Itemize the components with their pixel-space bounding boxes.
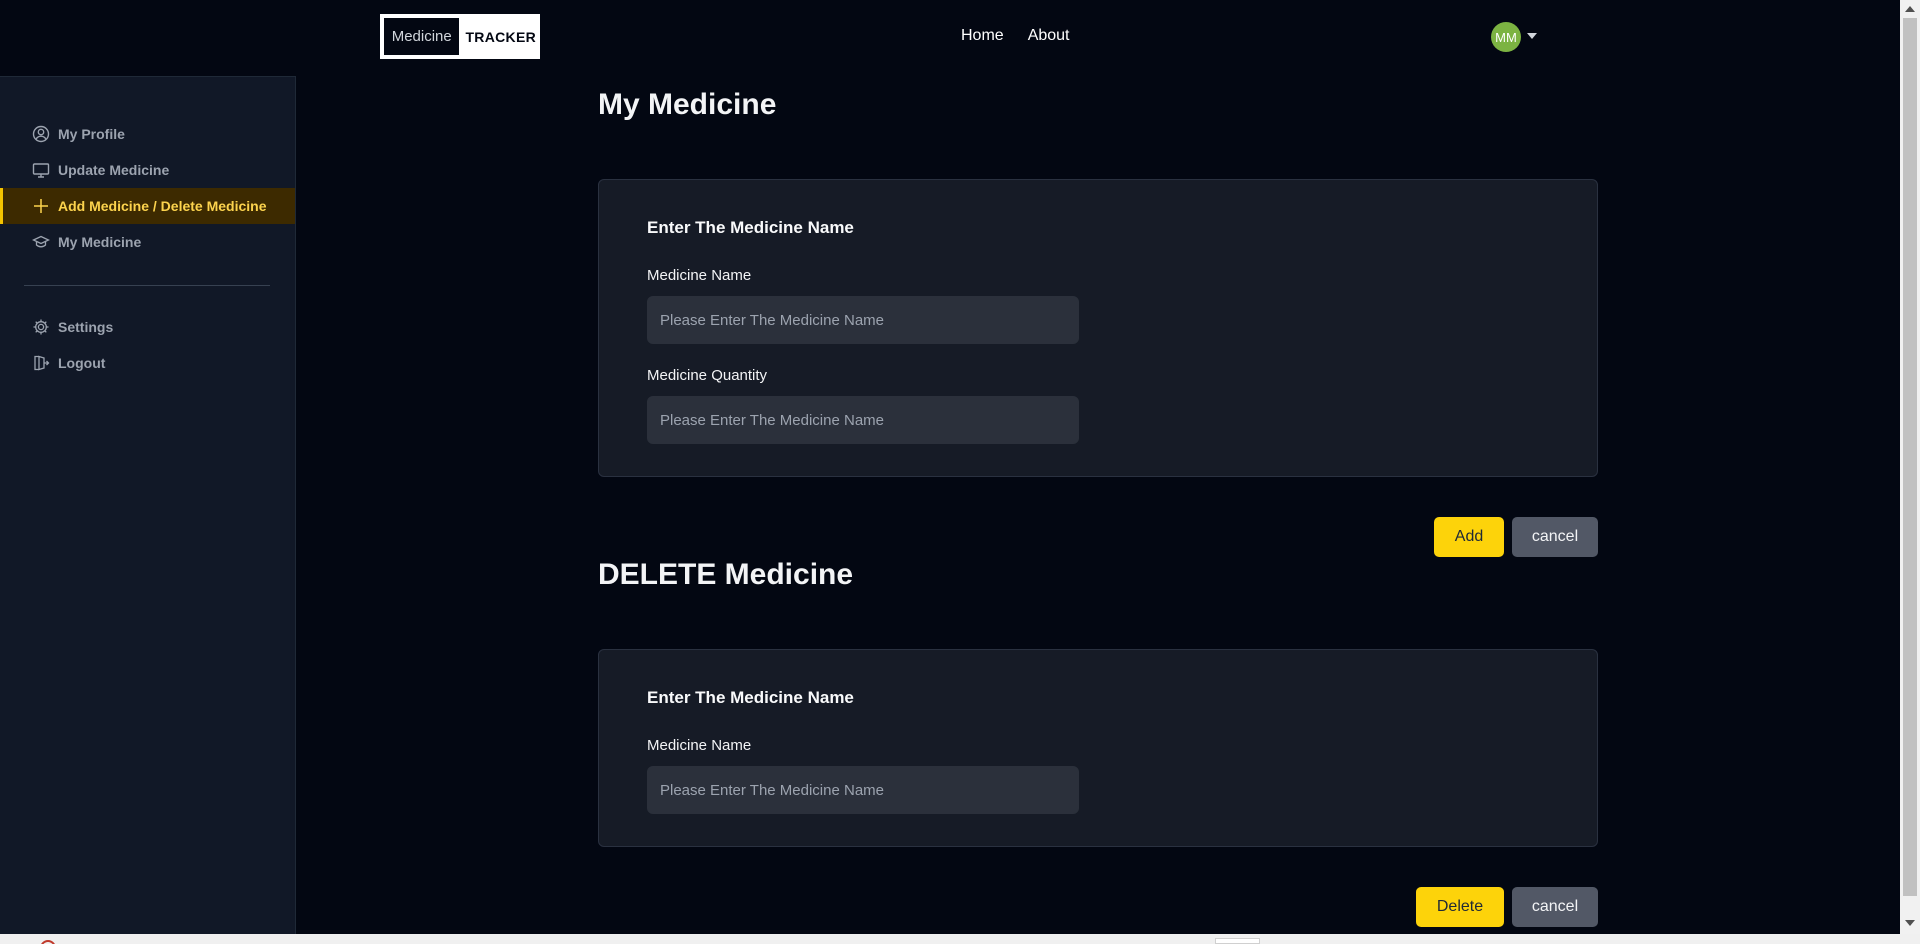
sidebar-item-label: My Profile	[58, 126, 125, 142]
sidebar-item-my-medicine[interactable]: My Medicine	[0, 224, 295, 260]
gear-icon	[32, 318, 50, 336]
plus-icon	[32, 197, 50, 215]
sidebar-item-my-profile[interactable]: My Profile	[0, 116, 295, 152]
scroll-down-icon[interactable]	[1905, 920, 1915, 926]
add-button[interactable]: Add	[1434, 517, 1504, 557]
sidebar-item-logout[interactable]: Logout	[0, 345, 295, 381]
logout-icon	[32, 354, 50, 372]
medicine-name-label: Medicine Name	[647, 267, 752, 284]
avatar[interactable]: MM	[1491, 22, 1521, 52]
app-icon[interactable]	[40, 940, 56, 944]
logo[interactable]: Medicine TRACKER	[380, 14, 540, 59]
logo-text-tracker: TRACKER	[465, 28, 536, 45]
medicine-quantity-input[interactable]	[647, 396, 1079, 444]
page-title: My Medicine	[598, 88, 777, 121]
nav-links: Home About	[961, 27, 1070, 45]
sidebar-item-add-delete-medicine[interactable]: Add Medicine / Delete Medicine	[0, 188, 295, 224]
scroll-up-icon[interactable]	[1905, 6, 1915, 12]
delete-button[interactable]: Delete	[1416, 887, 1504, 927]
taskbar-tab[interactable]	[1215, 938, 1260, 944]
nav-link-about[interactable]: About	[1028, 27, 1070, 45]
card-title: Enter The Medicine Name	[647, 688, 854, 707]
monitor-icon	[32, 161, 50, 179]
delete-medicine-name-input[interactable]	[647, 766, 1079, 814]
cancel-button[interactable]: cancel	[1512, 517, 1598, 557]
card-title: Enter The Medicine Name	[647, 218, 854, 237]
sidebar-item-label: Add Medicine / Delete Medicine	[58, 198, 267, 214]
chevron-down-icon[interactable]	[1527, 33, 1537, 39]
scrollbar[interactable]	[1900, 0, 1920, 934]
sidebar-divider	[24, 285, 270, 286]
medicine-quantity-label: Medicine Quantity	[647, 367, 768, 384]
medicine-name-label: Medicine Name	[647, 737, 752, 754]
sidebar-item-update-medicine[interactable]: Update Medicine	[0, 152, 295, 188]
cancel-button[interactable]: cancel	[1512, 887, 1598, 927]
add-medicine-card: Enter The Medicine Name Medicine Name Me…	[598, 179, 1598, 477]
scrollbar-thumb[interactable]	[1903, 18, 1917, 896]
sidebar-item-label: My Medicine	[58, 234, 142, 250]
sidebar-item-label: Settings	[58, 319, 114, 335]
section-title-delete: DELETE Medicine	[598, 558, 854, 591]
nav-link-home[interactable]: Home	[961, 27, 1004, 45]
taskbar-strip	[0, 934, 1920, 944]
sidebar: My Profile Update Medicine Add Medicine …	[0, 76, 296, 934]
sidebar-item-settings[interactable]: Settings	[0, 309, 295, 345]
delete-medicine-card: Enter The Medicine Name Medicine Name	[598, 649, 1598, 847]
medicine-name-input[interactable]	[647, 296, 1079, 344]
user-circle-icon	[32, 125, 50, 143]
graduation-cap-icon	[32, 233, 50, 251]
logo-text-medicine: Medicine	[384, 18, 460, 55]
sidebar-item-label: Logout	[58, 355, 106, 371]
page: Medicine TRACKER Home About MM My Profil…	[0, 0, 1920, 944]
top-navbar: Medicine TRACKER Home About MM	[0, 0, 1900, 76]
sidebar-item-label: Update Medicine	[58, 162, 170, 178]
